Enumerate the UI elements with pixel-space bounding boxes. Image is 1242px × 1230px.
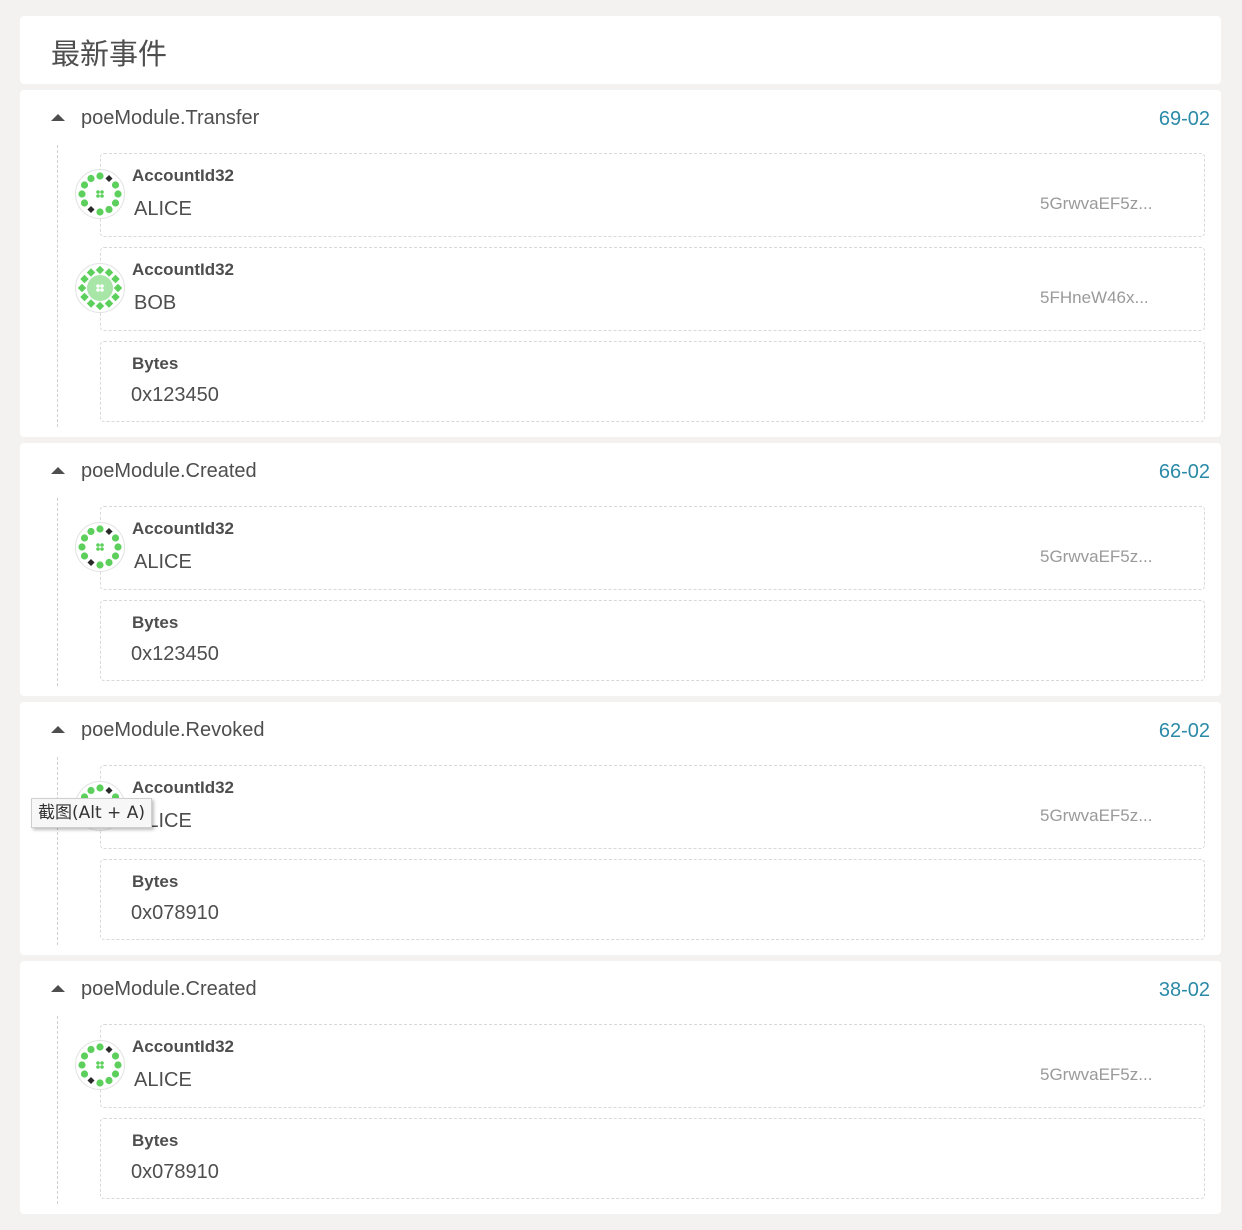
param-value: ALICE — [134, 1069, 192, 1091]
param-bytes: Bytes 0x078910 — [100, 1118, 1205, 1199]
screenshot-tooltip: 截图(Alt + A) — [31, 798, 152, 828]
event-title[interactable]: poeModule.Revoked — [81, 719, 264, 742]
event-block-link[interactable]: 69-02 — [1159, 108, 1210, 131]
event-card: poeModule.Created 66-02 AccountId32 ALIC… — [20, 443, 1221, 696]
param-bytes: Bytes 0x123450 — [100, 341, 1205, 422]
param-label: AccountId32 — [132, 778, 235, 797]
param-label: AccountId32 — [132, 166, 235, 185]
event-divider — [57, 498, 58, 686]
event-card: poeModule.Transfer 69-02 AccountId32 ALI… — [20, 90, 1221, 437]
page-title: 最新事件 — [51, 37, 168, 71]
event-title[interactable]: poeModule.Created — [81, 460, 257, 483]
param-value: 0x123450 — [131, 384, 219, 406]
param-value: 0x078910 — [131, 902, 219, 924]
param-account: AccountId32 BOB 5FHneW46x... — [75, 247, 1205, 331]
event-card: poeModule.Created 38-02 AccountId32 ALIC… — [20, 961, 1221, 1214]
account-address[interactable]: 5GrwvaEF5z... — [1040, 806, 1152, 826]
event-card: poeModule.Revoked 62-02 AccountId32 ALIC… — [20, 702, 1221, 955]
event-block-link[interactable]: 66-02 — [1159, 461, 1210, 484]
event-title[interactable]: poeModule.Created — [81, 978, 257, 1001]
caret-up-icon[interactable] — [51, 726, 65, 733]
param-account: AccountId32 ALICE 5GrwvaEF5z... — [75, 1024, 1205, 1108]
event-divider — [57, 1016, 58, 1204]
param-account: AccountId32 ALICE 5GrwvaEF5z... — [75, 765, 1205, 849]
event-divider — [57, 757, 58, 945]
param-value: 0x123450 — [131, 643, 219, 665]
account-address[interactable]: 5GrwvaEF5z... — [1040, 194, 1152, 214]
param-account: AccountId32 ALICE 5GrwvaEF5z... — [75, 153, 1205, 237]
identicon-icon[interactable] — [75, 522, 125, 572]
caret-up-icon[interactable] — [51, 985, 65, 992]
param-label: AccountId32 — [132, 1037, 235, 1056]
caret-up-icon[interactable] — [51, 467, 65, 474]
event-block-link[interactable]: 38-02 — [1159, 979, 1210, 1002]
param-bytes: Bytes 0x123450 — [100, 600, 1205, 681]
param-label: Bytes — [132, 613, 179, 632]
param-label: Bytes — [132, 1131, 179, 1150]
identicon-icon[interactable] — [75, 263, 125, 313]
account-address[interactable]: 5GrwvaEF5z... — [1040, 547, 1152, 567]
account-address[interactable]: 5GrwvaEF5z... — [1040, 1065, 1152, 1085]
param-value: BOB — [134, 292, 177, 314]
events-header-card: 最新事件 — [20, 16, 1221, 84]
identicon-icon[interactable] — [75, 169, 125, 219]
param-account: AccountId32 ALICE 5GrwvaEF5z... — [75, 506, 1205, 590]
param-bytes: Bytes 0x078910 — [100, 859, 1205, 940]
param-value: 0x078910 — [131, 1161, 219, 1183]
param-label: AccountId32 — [132, 519, 235, 538]
param-label: AccountId32 — [132, 260, 235, 279]
param-value: ALICE — [134, 551, 192, 573]
caret-up-icon[interactable] — [51, 114, 65, 121]
param-label: Bytes — [132, 354, 179, 373]
param-value: ALICE — [134, 198, 192, 220]
account-address[interactable]: 5FHneW46x... — [1040, 288, 1149, 308]
event-block-link[interactable]: 62-02 — [1159, 720, 1210, 743]
event-title[interactable]: poeModule.Transfer — [81, 107, 259, 130]
identicon-icon[interactable] — [75, 1040, 125, 1090]
event-divider — [57, 145, 58, 427]
param-label: Bytes — [132, 872, 179, 891]
